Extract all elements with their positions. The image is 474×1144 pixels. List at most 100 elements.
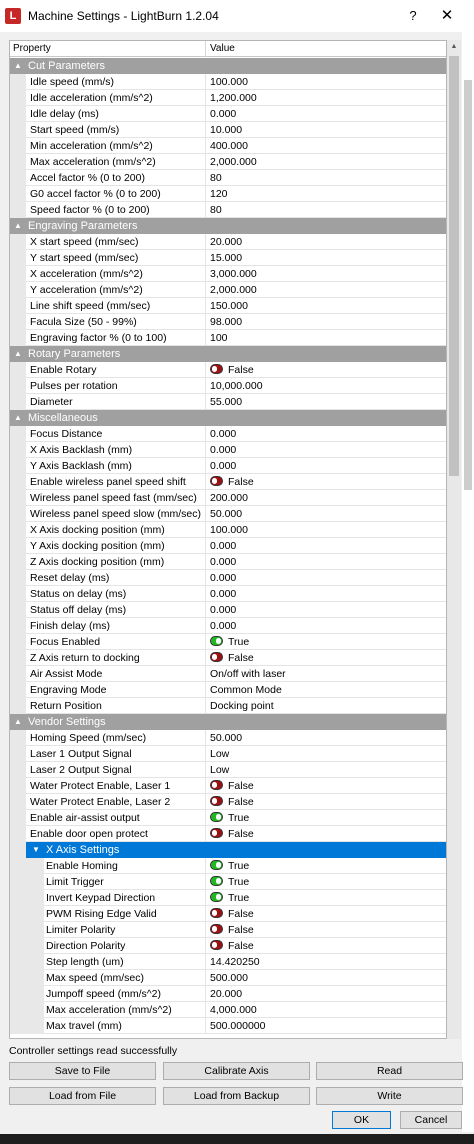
property-value[interactable]: Low xyxy=(210,746,446,762)
property-row[interactable]: Z Axis return to docking False xyxy=(10,650,446,666)
property-row[interactable]: Y Axis docking position (mm) 0.000 xyxy=(10,538,446,554)
property-row[interactable]: Diameter 55.000 xyxy=(10,394,446,410)
property-row[interactable]: X acceleration (mm/s^2) 3,000.000 xyxy=(10,266,446,282)
section-header[interactable]: ▲ Engraving Parameters xyxy=(10,218,446,234)
property-row[interactable]: PWM Rising Edge Valid False xyxy=(10,906,446,922)
toggle-off-icon[interactable] xyxy=(210,828,223,838)
property-value[interactable]: 0.000 xyxy=(210,426,446,442)
section-header[interactable]: ▲ Miscellaneous xyxy=(10,410,446,426)
property-value[interactable]: 2,000.000 xyxy=(210,154,446,170)
property-value[interactable]: 14.420250 xyxy=(210,954,446,970)
cancel-button[interactable]: Cancel xyxy=(400,1111,462,1129)
property-row[interactable]: Focus Enabled True xyxy=(10,634,446,650)
property-row[interactable]: Y acceleration (mm/s^2) 2,000.000 xyxy=(10,282,446,298)
property-row[interactable]: Homing Speed (mm/sec) 50.000 xyxy=(10,730,446,746)
property-value[interactable]: False xyxy=(210,362,446,378)
property-row[interactable]: Line shift speed (mm/sec) 150.000 xyxy=(10,298,446,314)
property-row[interactable]: X Axis docking position (mm) 100.000 xyxy=(10,522,446,538)
property-value[interactable]: 0.000 xyxy=(210,458,446,474)
property-row[interactable]: Limit Trigger True xyxy=(10,874,446,890)
property-row[interactable]: Facula Size (50 - 99%) 98.000 xyxy=(10,314,446,330)
property-value[interactable]: 0.000 xyxy=(210,618,446,634)
expand-chevron-icon[interactable]: ▼ xyxy=(32,842,40,858)
property-row[interactable]: Reset delay (ms) 0.000 xyxy=(10,570,446,586)
property-row[interactable]: Air Assist Mode On/off with laser xyxy=(10,666,446,682)
property-row[interactable]: Focus Distance 0.000 xyxy=(10,426,446,442)
property-row[interactable]: Engraving factor % (0 to 100) 100 xyxy=(10,330,446,346)
property-row[interactable]: Enable wireless panel speed shift False xyxy=(10,474,446,490)
property-value[interactable]: 200.000 xyxy=(210,490,446,506)
property-value[interactable]: False xyxy=(210,906,446,922)
toggle-on-icon[interactable] xyxy=(210,892,223,902)
property-row[interactable]: Direction Polarity False xyxy=(10,938,446,954)
property-row[interactable]: Laser 2 Output Signal Low xyxy=(10,762,446,778)
property-row[interactable]: Water Protect Enable, Laser 1 False xyxy=(10,778,446,794)
toggle-on-icon[interactable] xyxy=(210,876,223,886)
scroll-thumb[interactable] xyxy=(449,56,459,476)
property-row[interactable]: Start speed (mm/s) 10.000 xyxy=(10,122,446,138)
property-value[interactable]: 3,000.000 xyxy=(210,266,446,282)
property-row[interactable]: Y start speed (mm/sec) 15.000 xyxy=(10,250,446,266)
toggle-off-icon[interactable] xyxy=(210,652,223,662)
property-row[interactable]: X Axis Backlash (mm) 0.000 xyxy=(10,442,446,458)
property-value[interactable]: Docking point xyxy=(210,698,446,714)
property-value[interactable]: 0.000 xyxy=(210,554,446,570)
toggle-off-icon[interactable] xyxy=(210,364,223,374)
property-value[interactable]: 100 xyxy=(210,330,446,346)
property-row[interactable]: Enable air-assist output True xyxy=(10,810,446,826)
property-value[interactable]: 50.000 xyxy=(210,730,446,746)
toggle-off-icon[interactable] xyxy=(210,780,223,790)
property-value[interactable]: 0.000 xyxy=(210,442,446,458)
toggle-off-icon[interactable] xyxy=(210,476,223,486)
property-value[interactable]: 80 xyxy=(210,170,446,186)
property-value[interactable]: 55.000 xyxy=(210,394,446,410)
close-window-button[interactable]: ✕ xyxy=(432,4,462,28)
section-header[interactable]: ▲ Rotary Parameters xyxy=(10,346,446,362)
toggle-off-icon[interactable] xyxy=(210,796,223,806)
toggle-off-icon[interactable] xyxy=(210,908,223,918)
property-value[interactable]: True xyxy=(210,874,446,890)
column-header-property[interactable]: Property xyxy=(10,41,206,57)
read-button[interactable]: Read xyxy=(316,1062,463,1080)
save-to-file-button[interactable]: Save to File xyxy=(9,1062,156,1080)
property-value[interactable]: True xyxy=(210,858,446,874)
section-header[interactable]: ▲ Vendor Settings xyxy=(10,714,446,730)
property-value[interactable]: 0.000 xyxy=(210,538,446,554)
property-value[interactable]: True xyxy=(210,810,446,826)
collapse-chevron-icon[interactable]: ▲ xyxy=(14,346,22,362)
property-row[interactable]: Water Protect Enable, Laser 2 False xyxy=(10,794,446,810)
window-scrollbar[interactable] xyxy=(462,32,474,1132)
ok-button[interactable]: OK xyxy=(332,1111,391,1129)
load-from-file-button[interactable]: Load from File xyxy=(9,1087,156,1105)
property-row[interactable]: Step length (um) 14.420250 xyxy=(10,954,446,970)
property-value[interactable]: 120 xyxy=(210,186,446,202)
property-row[interactable]: Idle acceleration (mm/s^2) 1,200.000 xyxy=(10,90,446,106)
toggle-on-icon[interactable] xyxy=(210,860,223,870)
property-value[interactable]: 98.000 xyxy=(210,314,446,330)
calibrate-axis-button[interactable]: Calibrate Axis xyxy=(163,1062,310,1080)
property-value[interactable]: Common Mode xyxy=(210,682,446,698)
property-row[interactable]: Limiter Polarity False xyxy=(10,922,446,938)
property-value[interactable]: False xyxy=(210,922,446,938)
property-value[interactable]: 150.000 xyxy=(210,298,446,314)
property-row[interactable]: Accel factor % (0 to 200) 80 xyxy=(10,170,446,186)
property-row[interactable]: Finish delay (ms) 0.000 xyxy=(10,618,446,634)
property-value[interactable]: 0.000 xyxy=(210,586,446,602)
property-row[interactable]: Jumpoff speed (mm/s^2) 20.000 xyxy=(10,986,446,1002)
property-row[interactable]: Max speed (mm/sec) 500.000 xyxy=(10,970,446,986)
toggle-on-icon[interactable] xyxy=(210,812,223,822)
collapse-chevron-icon[interactable]: ▲ xyxy=(14,218,22,234)
property-row[interactable]: Status on delay (ms) 0.000 xyxy=(10,586,446,602)
property-value[interactable]: 1,200.000 xyxy=(210,90,446,106)
collapse-chevron-icon[interactable]: ▲ xyxy=(14,58,22,74)
property-row[interactable]: Idle speed (mm/s) 100.000 xyxy=(10,74,446,90)
section-header[interactable]: ▼ X Axis Settings xyxy=(10,842,446,858)
property-row[interactable]: X start speed (mm/sec) 20.000 xyxy=(10,234,446,250)
window-scroll-thumb[interactable] xyxy=(464,80,472,490)
property-row[interactable]: G0 accel factor % (0 to 200) 120 xyxy=(10,186,446,202)
property-row[interactable]: Speed factor % (0 to 200) 80 xyxy=(10,202,446,218)
toggle-off-icon[interactable] xyxy=(210,940,223,950)
property-value[interactable]: False xyxy=(210,650,446,666)
property-row[interactable]: Max travel (mm) 500.000000 xyxy=(10,1018,446,1034)
property-row[interactable]: Wireless panel speed slow (mm/sec) 50.000 xyxy=(10,506,446,522)
